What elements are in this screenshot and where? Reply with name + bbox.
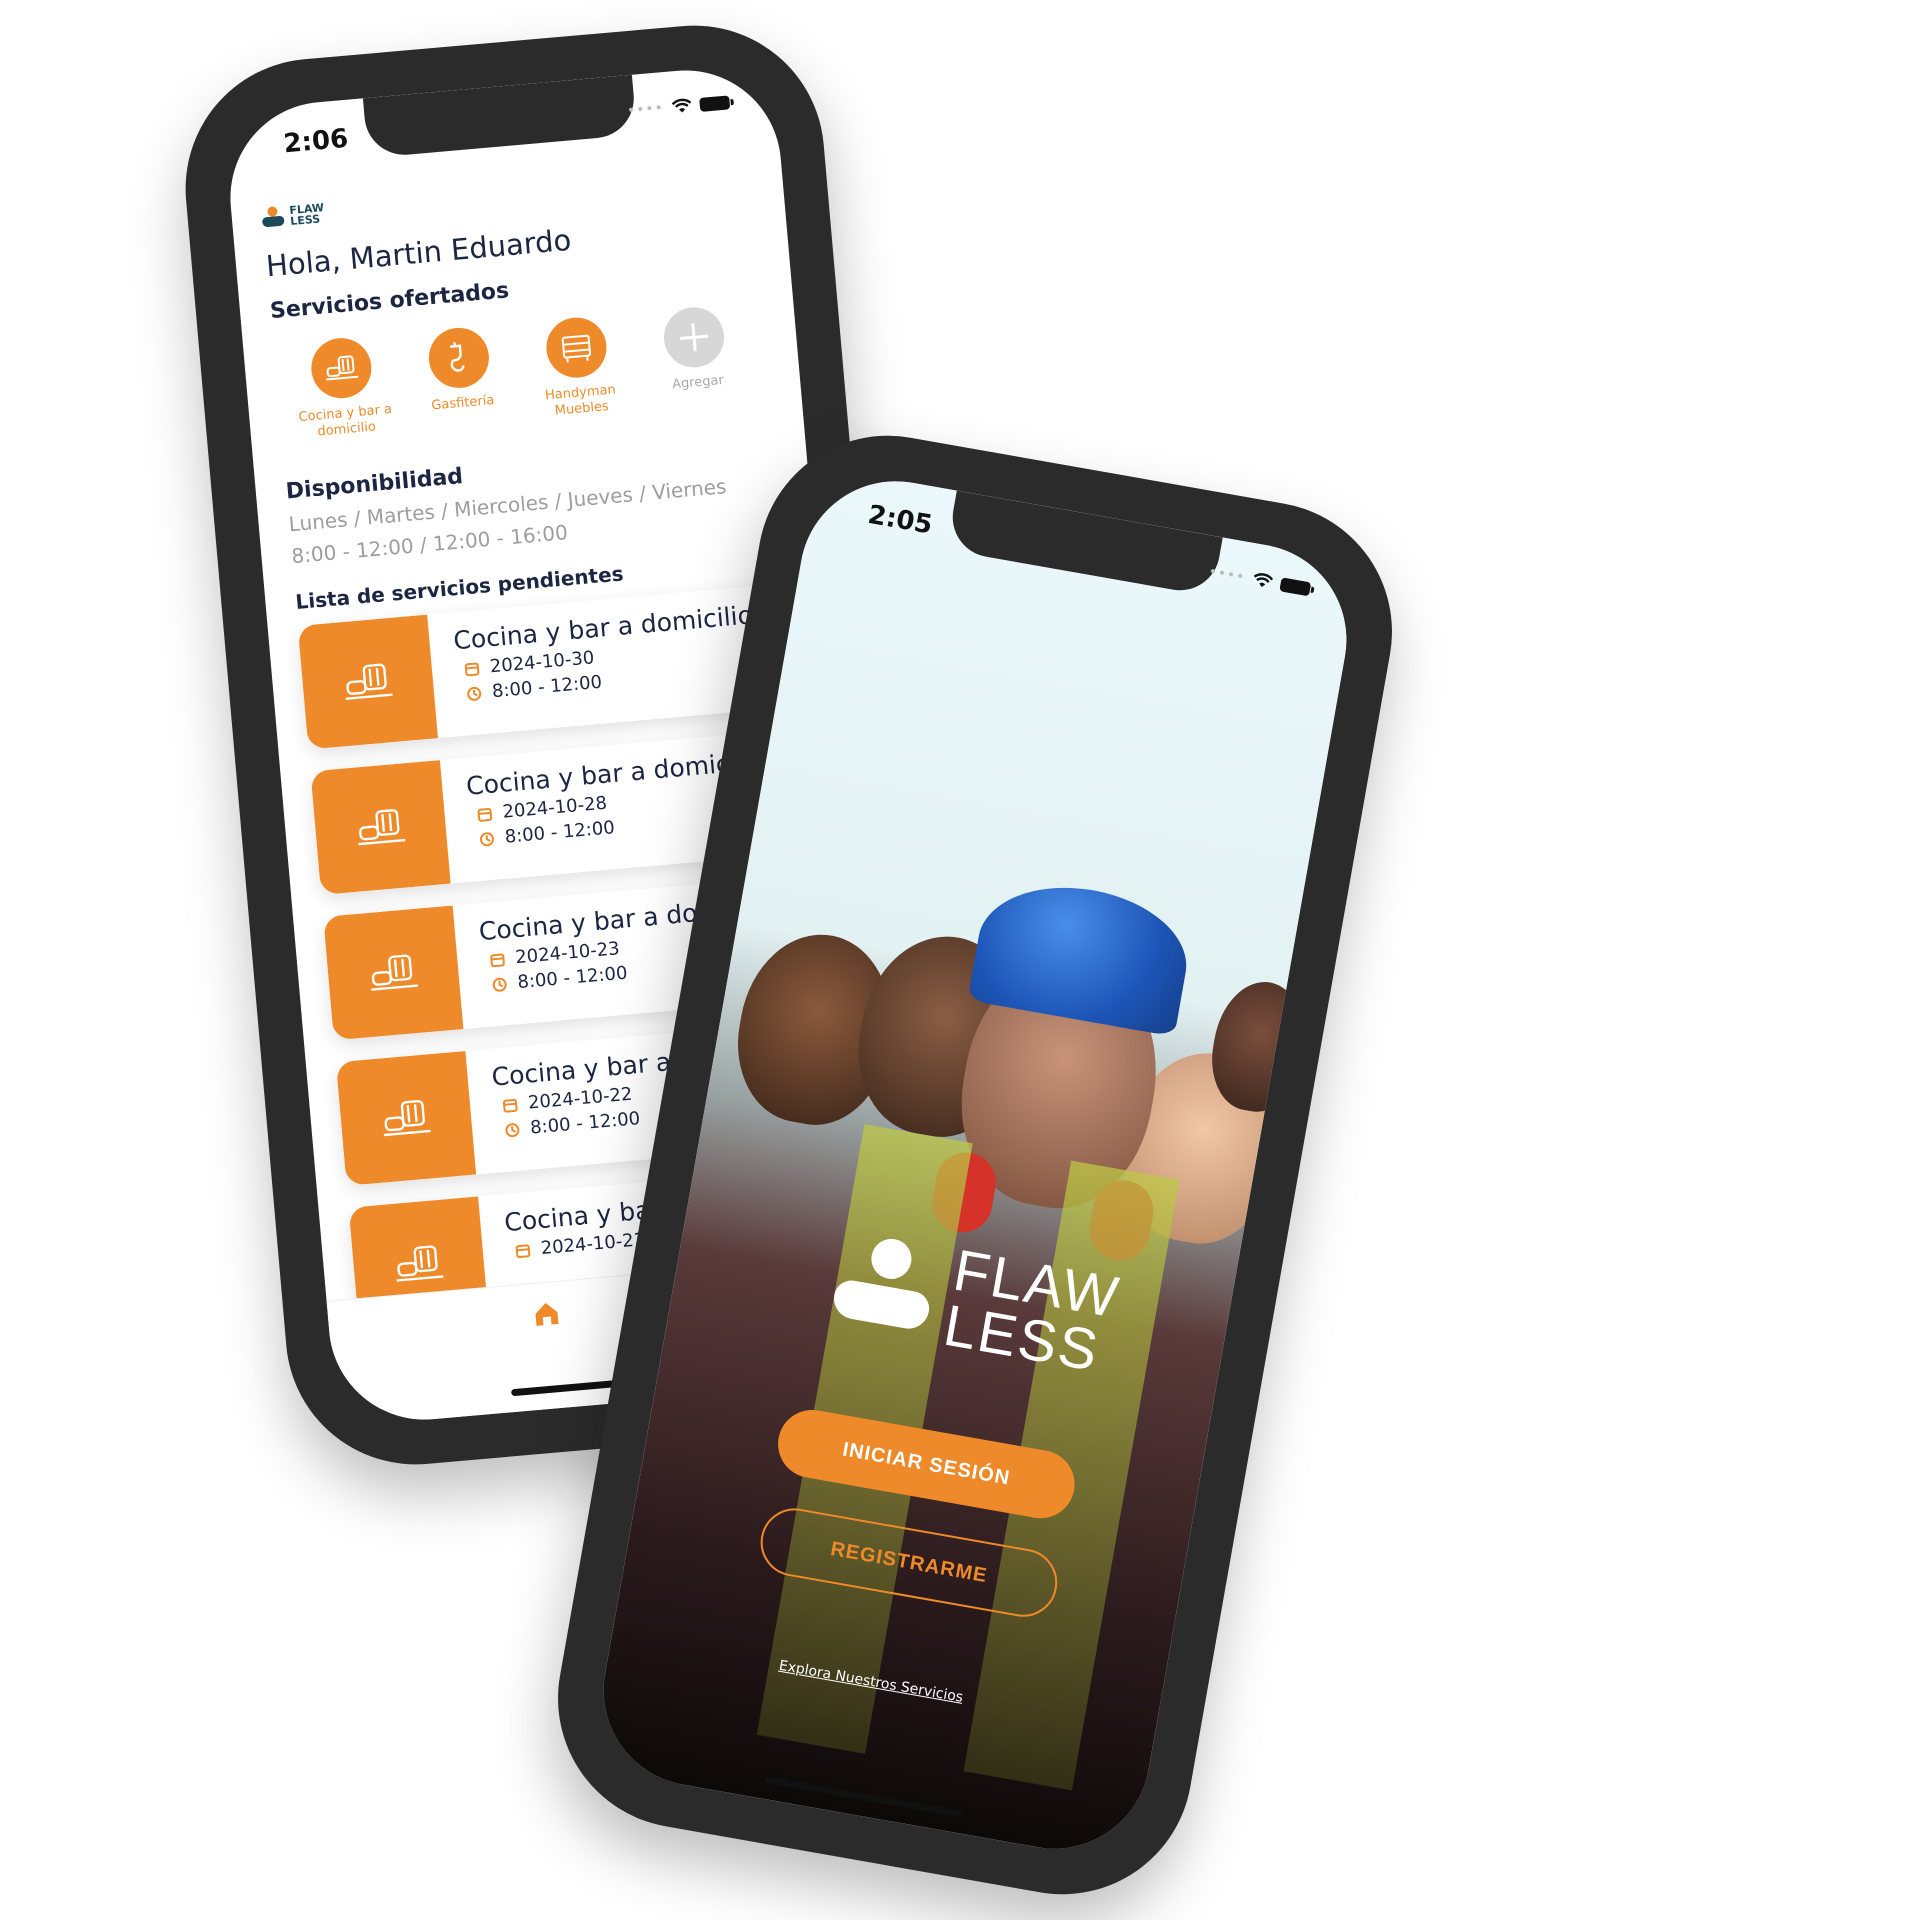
job-time: 8:00 - 12:00 (516, 962, 629, 994)
job-date: 2024-10-21 (539, 1229, 646, 1260)
battery-icon (699, 95, 731, 112)
calendar-icon (464, 662, 480, 676)
mockup-stage: 2:06 •••• FLAW LESS Hola, Martin Eduardo… (0, 0, 1920, 1920)
cooking-icon (396, 1245, 444, 1282)
clock-icon (492, 977, 507, 992)
calendar-icon (515, 1243, 531, 1258)
clock-icon (505, 1122, 520, 1137)
job-time: 8:00 - 12:00 (529, 1108, 642, 1139)
service-label: Handyman Muebles (544, 382, 617, 419)
calendar-icon (490, 952, 505, 967)
service-label: Cocina y bar a domicilio (298, 401, 393, 440)
service-gasfiteria[interactable]: Gasfitería (406, 324, 514, 432)
service-cocina[interactable]: Cocina y bar a domicilio (289, 334, 397, 442)
plus-icon (679, 323, 709, 352)
cooking-icon (345, 663, 393, 700)
clock-icon (479, 831, 494, 846)
faucet-icon (449, 342, 465, 372)
calendar-icon (477, 807, 493, 822)
wifi-icon (671, 98, 692, 113)
services-row: Cocina y bar a domicilio Gasfitería Hand… (273, 301, 772, 444)
service-label: Agregar (671, 372, 725, 393)
clock-icon (467, 686, 482, 701)
cooking-icon (371, 954, 419, 991)
signal-icon: •••• (626, 100, 665, 120)
flawless-logo-icon (829, 1231, 940, 1342)
cooking-icon (326, 355, 359, 381)
job-time: 8:00 - 12:00 (491, 671, 603, 703)
service-label: Gasfitería (430, 393, 495, 414)
service-handyman[interactable]: Handyman Muebles (524, 313, 632, 421)
cooking-icon (383, 1099, 431, 1137)
status-time: 2:06 (282, 123, 350, 160)
flawless-logo-icon (261, 206, 285, 230)
calendar-icon (502, 1098, 518, 1113)
wifi-icon (1253, 573, 1274, 588)
cooking-icon (358, 809, 406, 846)
logo-text-line2: LESS (289, 212, 321, 229)
job-time: 8:00 - 12:00 (503, 817, 616, 848)
home-icon[interactable] (530, 1298, 563, 1331)
furniture-icon (561, 334, 592, 363)
service-agregar[interactable]: Agregar (642, 303, 750, 411)
